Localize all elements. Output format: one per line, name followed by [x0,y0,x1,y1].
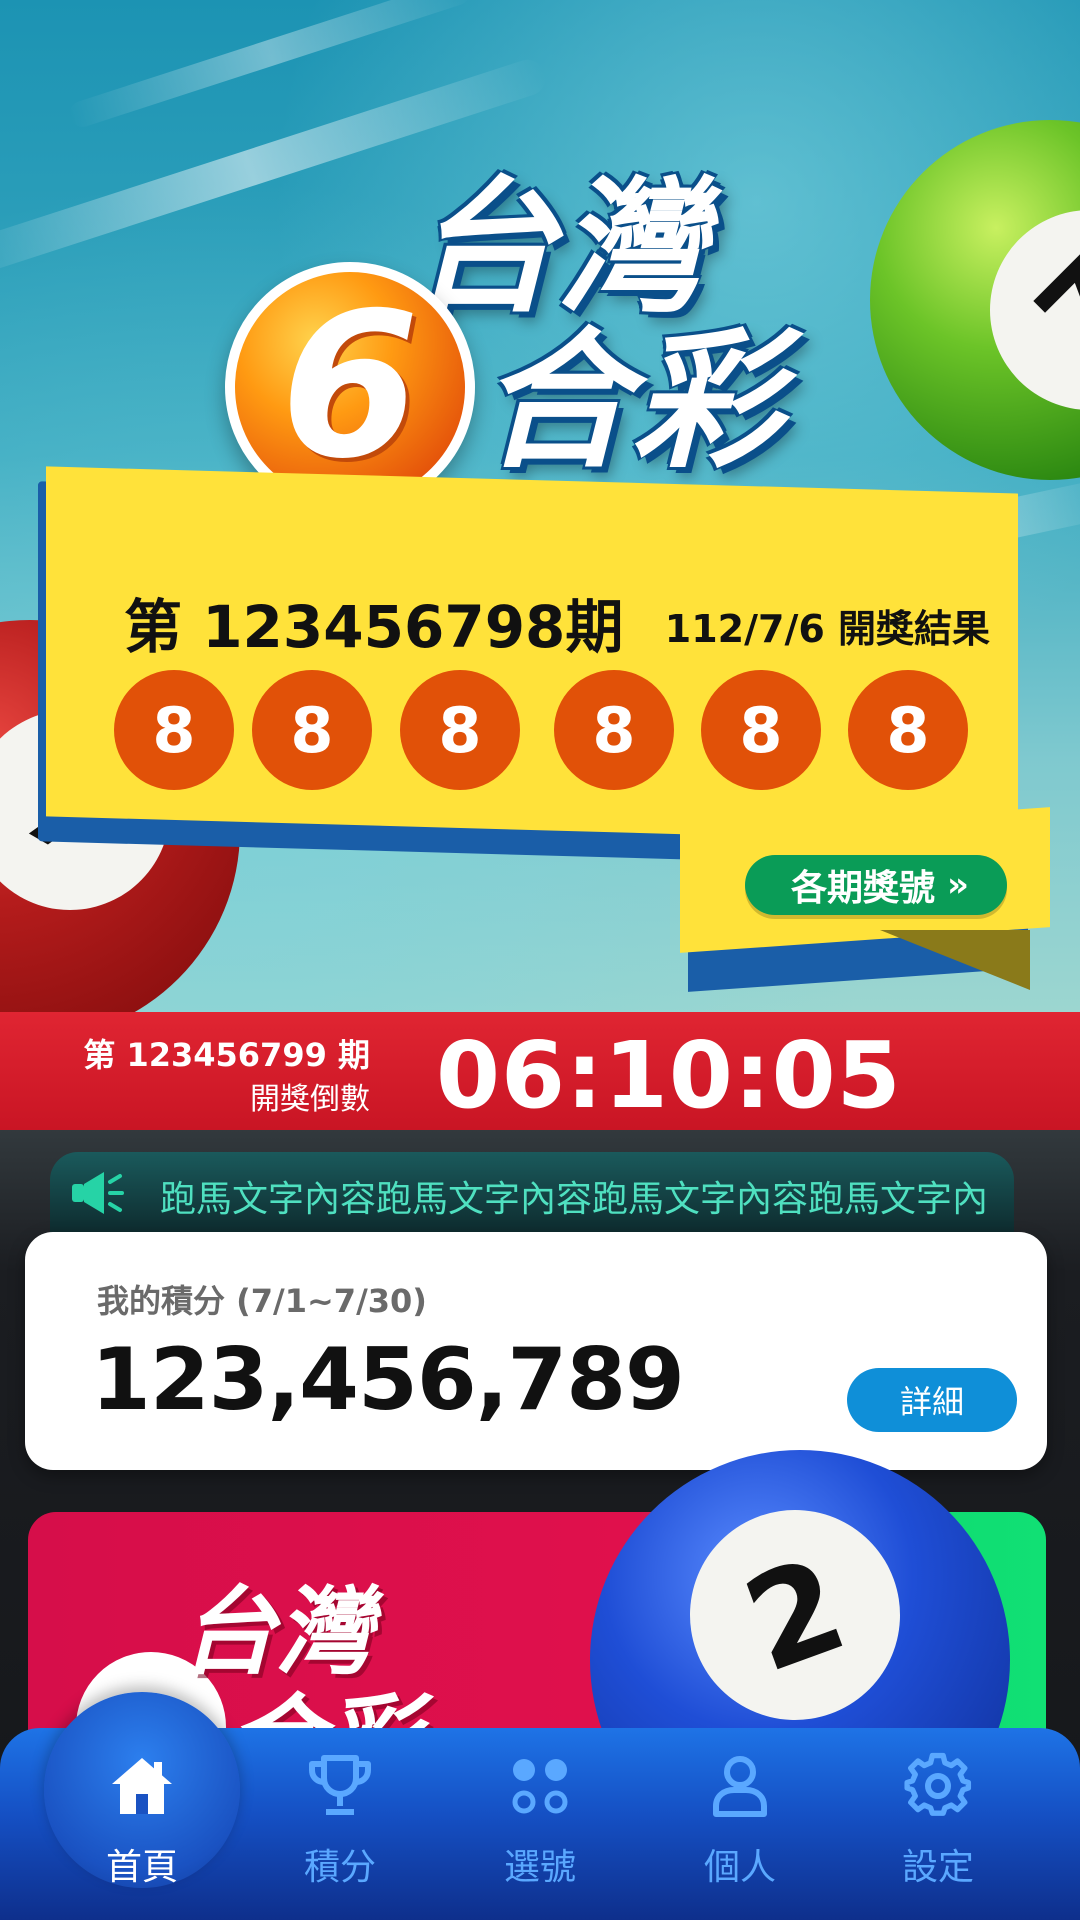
draw-date: 112/7/6 開獎結果 [664,607,990,651]
winning-number-ball: 8 [114,670,234,790]
blue-ball-number: 2 [660,1480,930,1750]
draw-number: 第 123456798期 [124,593,624,661]
countdown-timer: 06:10:05 [436,1022,902,1129]
green-ball-number: 7 [948,168,1080,452]
gear-icon [900,1748,976,1824]
countdown-label: 開獎倒數 [250,1082,370,1117]
points-detail-button[interactable]: 詳細 [847,1368,1017,1432]
hero-banner: 7 7 台灣 合彩 6 第 123456798期 112/7/6 開獎結果 8 … [0,0,1080,1012]
winning-number-ball: 8 [701,670,821,790]
nav-item-home[interactable]: 首頁 [62,1748,222,1898]
nav-item-profile[interactable]: 個人 [660,1748,820,1898]
nav-label-points: 積分 [303,1847,376,1888]
nav-item-pick-numbers[interactable]: 選號 [460,1748,620,1898]
winning-number-ball: 8 [848,670,968,790]
winning-numbers: 8 8 8 8 8 8 [114,670,974,792]
history-numbers-button[interactable]: 各期獎號 » [745,855,1007,915]
double-chevron-right-icon: » [947,865,969,905]
nav-label-home: 首頁 [105,1847,178,1888]
logo-number: 6 [280,270,420,503]
countdown-bar: 第 123456799 期 開獎倒數 06:10:05 [0,1012,1080,1130]
nav-item-points[interactable]: 積分 [260,1748,420,1898]
nav-label-pick-numbers: 選號 [503,1847,576,1888]
marquee-text: 跑馬文字內容跑馬文字內容跑馬文字內容跑馬文字內 [160,1179,989,1220]
history-tab-tail [880,930,1030,990]
winning-number-ball: 8 [400,670,520,790]
next-draw-issue: 第 123456799 期 [83,1036,370,1074]
result-board-content: 第 123456798期 112/7/6 開獎結果 8 8 8 8 8 8 [46,480,1018,830]
nav-label-profile: 個人 [703,1847,776,1888]
winning-number-ball: 8 [554,670,674,790]
points-value: 123,456,789 [91,1330,685,1430]
green-lottery-ball: 7 [870,120,1080,480]
my-points-card: 我的積分 (7/1~7/30) 123,456,789 詳細 [25,1232,1047,1470]
history-button-label: 各期獎號 [791,868,936,909]
winning-number-ball: 8 [252,670,372,790]
points-label: 我的積分 (7/1~7/30) [97,1282,427,1320]
home-icon [104,1748,180,1824]
nav-item-settings[interactable]: 設定 [858,1748,1018,1898]
megaphone-icon [70,1168,126,1218]
trophy-icon [302,1748,378,1824]
logo-title-bottom: 合彩 [480,315,785,489]
nav-label-settings: 設定 [901,1847,974,1888]
announcement-marquee[interactable]: 跑馬文字內容跑馬文字內容跑馬文字內容跑馬文字內 [50,1152,1014,1234]
person-icon [702,1748,778,1824]
dots-grid-icon [502,1748,578,1824]
